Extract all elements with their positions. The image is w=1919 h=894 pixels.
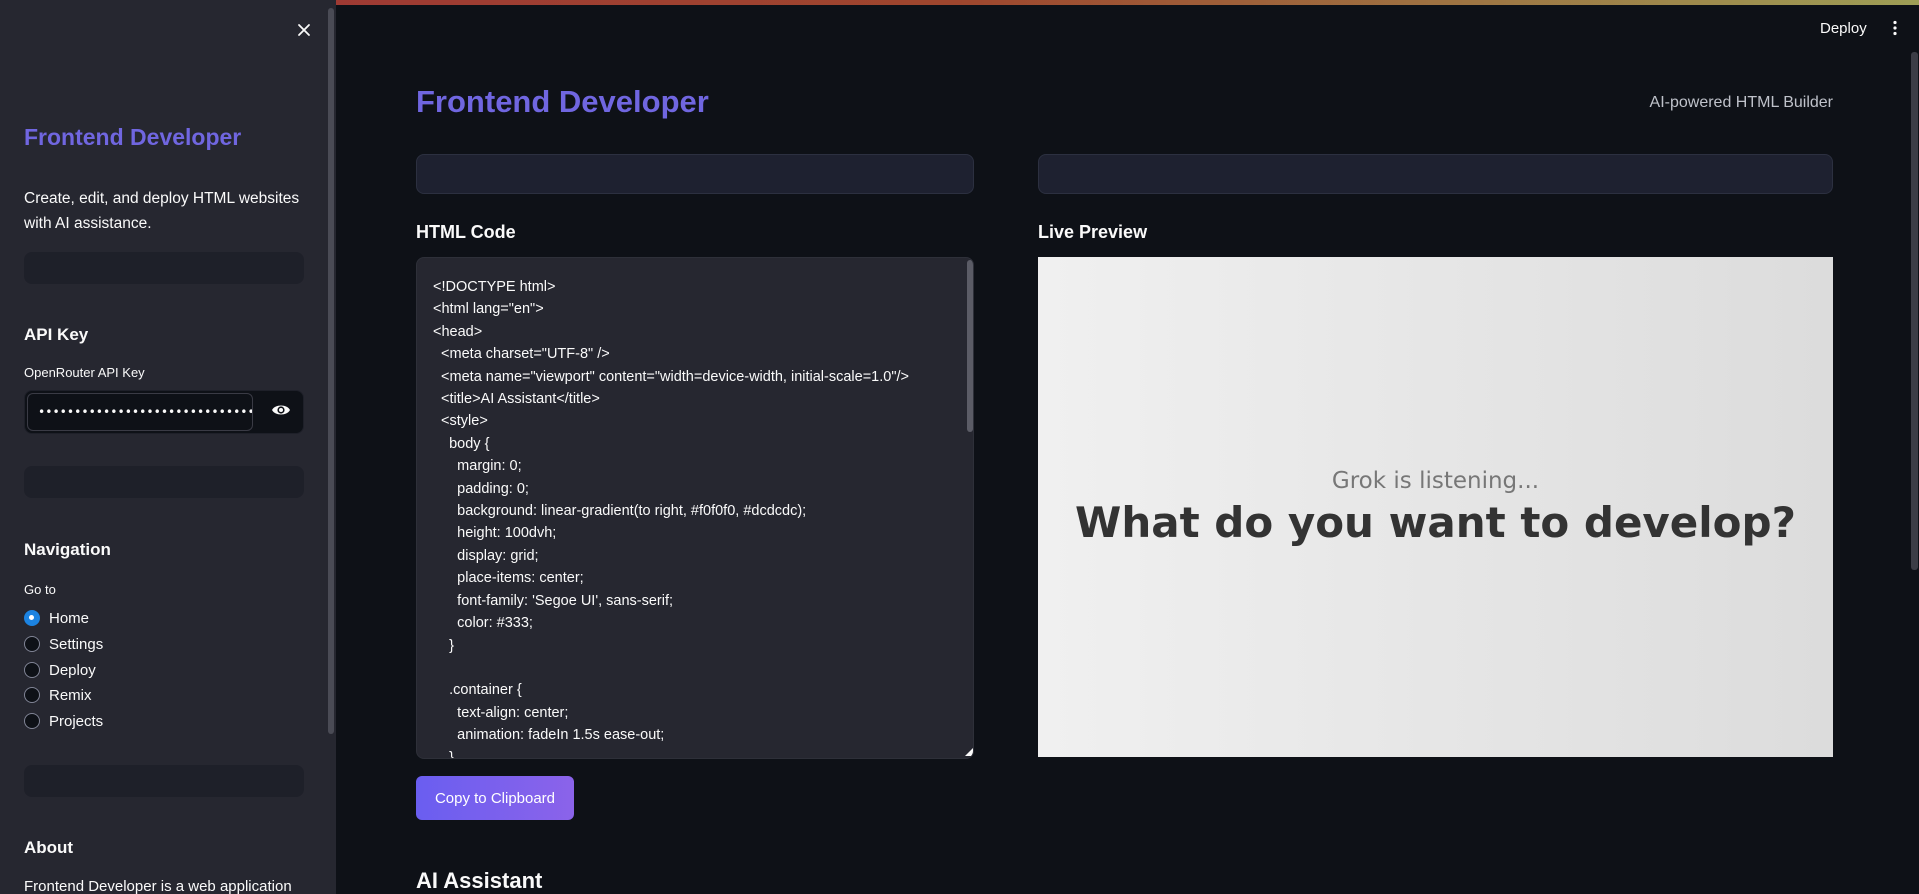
- sidebar-empty-block: [24, 765, 304, 797]
- api-key-label: OpenRouter API Key: [24, 365, 145, 380]
- nav-radio-home[interactable]: Home: [24, 607, 89, 629]
- live-preview-frame: Grok is listening... What do you want to…: [1038, 257, 1833, 757]
- html-code-text[interactable]: <!DOCTYPE html> <html lang="en"> <head> …: [433, 276, 953, 758]
- preview-headline: What do you want to develop?: [1075, 497, 1796, 547]
- right-empty-field: [1038, 154, 1833, 194]
- radio-icon: [24, 636, 40, 652]
- main-menu-button[interactable]: [1892, 20, 1902, 40]
- nav-radio-label: Home: [49, 609, 90, 627]
- sidebar-empty-block: [24, 252, 304, 284]
- main-scrollbar[interactable]: [1911, 52, 1918, 570]
- radio-selected-icon: [24, 610, 40, 626]
- deploy-button[interactable]: Deploy: [1820, 20, 1867, 37]
- nav-radio-remix[interactable]: Remix: [24, 684, 92, 706]
- nav-radio-label: Deploy: [49, 661, 96, 679]
- sidebar-scrollbar[interactable]: [328, 8, 334, 734]
- page-subtitle: AI-powered HTML Builder: [1649, 94, 1833, 111]
- close-icon: [298, 24, 310, 36]
- ai-assistant-heading: AI Assistant: [416, 868, 543, 893]
- nav-radio-projects[interactable]: Projects: [24, 710, 103, 732]
- html-code-label: HTML Code: [416, 222, 516, 242]
- api-key-heading: API Key: [24, 325, 89, 344]
- nav-radio-label: Projects: [49, 712, 104, 730]
- sidebar-title: Frontend Developer: [24, 124, 242, 150]
- radio-icon: [24, 662, 40, 678]
- navigation-heading: Navigation: [24, 540, 111, 559]
- live-preview-label: Live Preview: [1038, 222, 1148, 242]
- about-text: Frontend Developer is a web application: [24, 878, 292, 894]
- radio-icon: [24, 687, 40, 703]
- api-key-field: ••••••••••••••••••••••••••••••••••••••••: [24, 390, 304, 434]
- left-empty-field: [416, 154, 974, 194]
- sidebar-description: Create, edit, and deploy HTML websites w…: [24, 190, 300, 232]
- html-code-editor[interactable]: <!DOCTYPE html> <html lang="en"> <head> …: [416, 257, 974, 759]
- eye-icon: [272, 405, 290, 415]
- radio-icon: [24, 713, 40, 729]
- more-vertical-icon: [1893, 20, 1897, 36]
- copy-to-clipboard-button[interactable]: Copy to Clipboard: [416, 776, 574, 820]
- sidebar: Frontend Developer Create, edit, and dep…: [0, 0, 336, 894]
- close-sidebar-button[interactable]: [294, 20, 314, 40]
- nav-radio-label: Settings: [49, 635, 104, 653]
- page-title: Frontend Developer: [416, 84, 709, 119]
- show-password-button[interactable]: [271, 402, 295, 422]
- code-scrollbar[interactable]: [967, 260, 973, 432]
- nav-radio-label: Remix: [49, 686, 92, 704]
- sidebar-empty-block: [24, 466, 304, 498]
- preview-subtitle: Grok is listening...: [1331, 467, 1540, 494]
- nav-group-label: Go to: [24, 582, 56, 597]
- nav-radio-deploy[interactable]: Deploy: [24, 659, 96, 681]
- about-heading: About: [24, 838, 74, 857]
- nav-radio-settings[interactable]: Settings: [24, 633, 103, 655]
- resize-handle-icon[interactable]: [965, 748, 973, 756]
- api-key-input[interactable]: ••••••••••••••••••••••••••••••••••••••••: [27, 393, 253, 431]
